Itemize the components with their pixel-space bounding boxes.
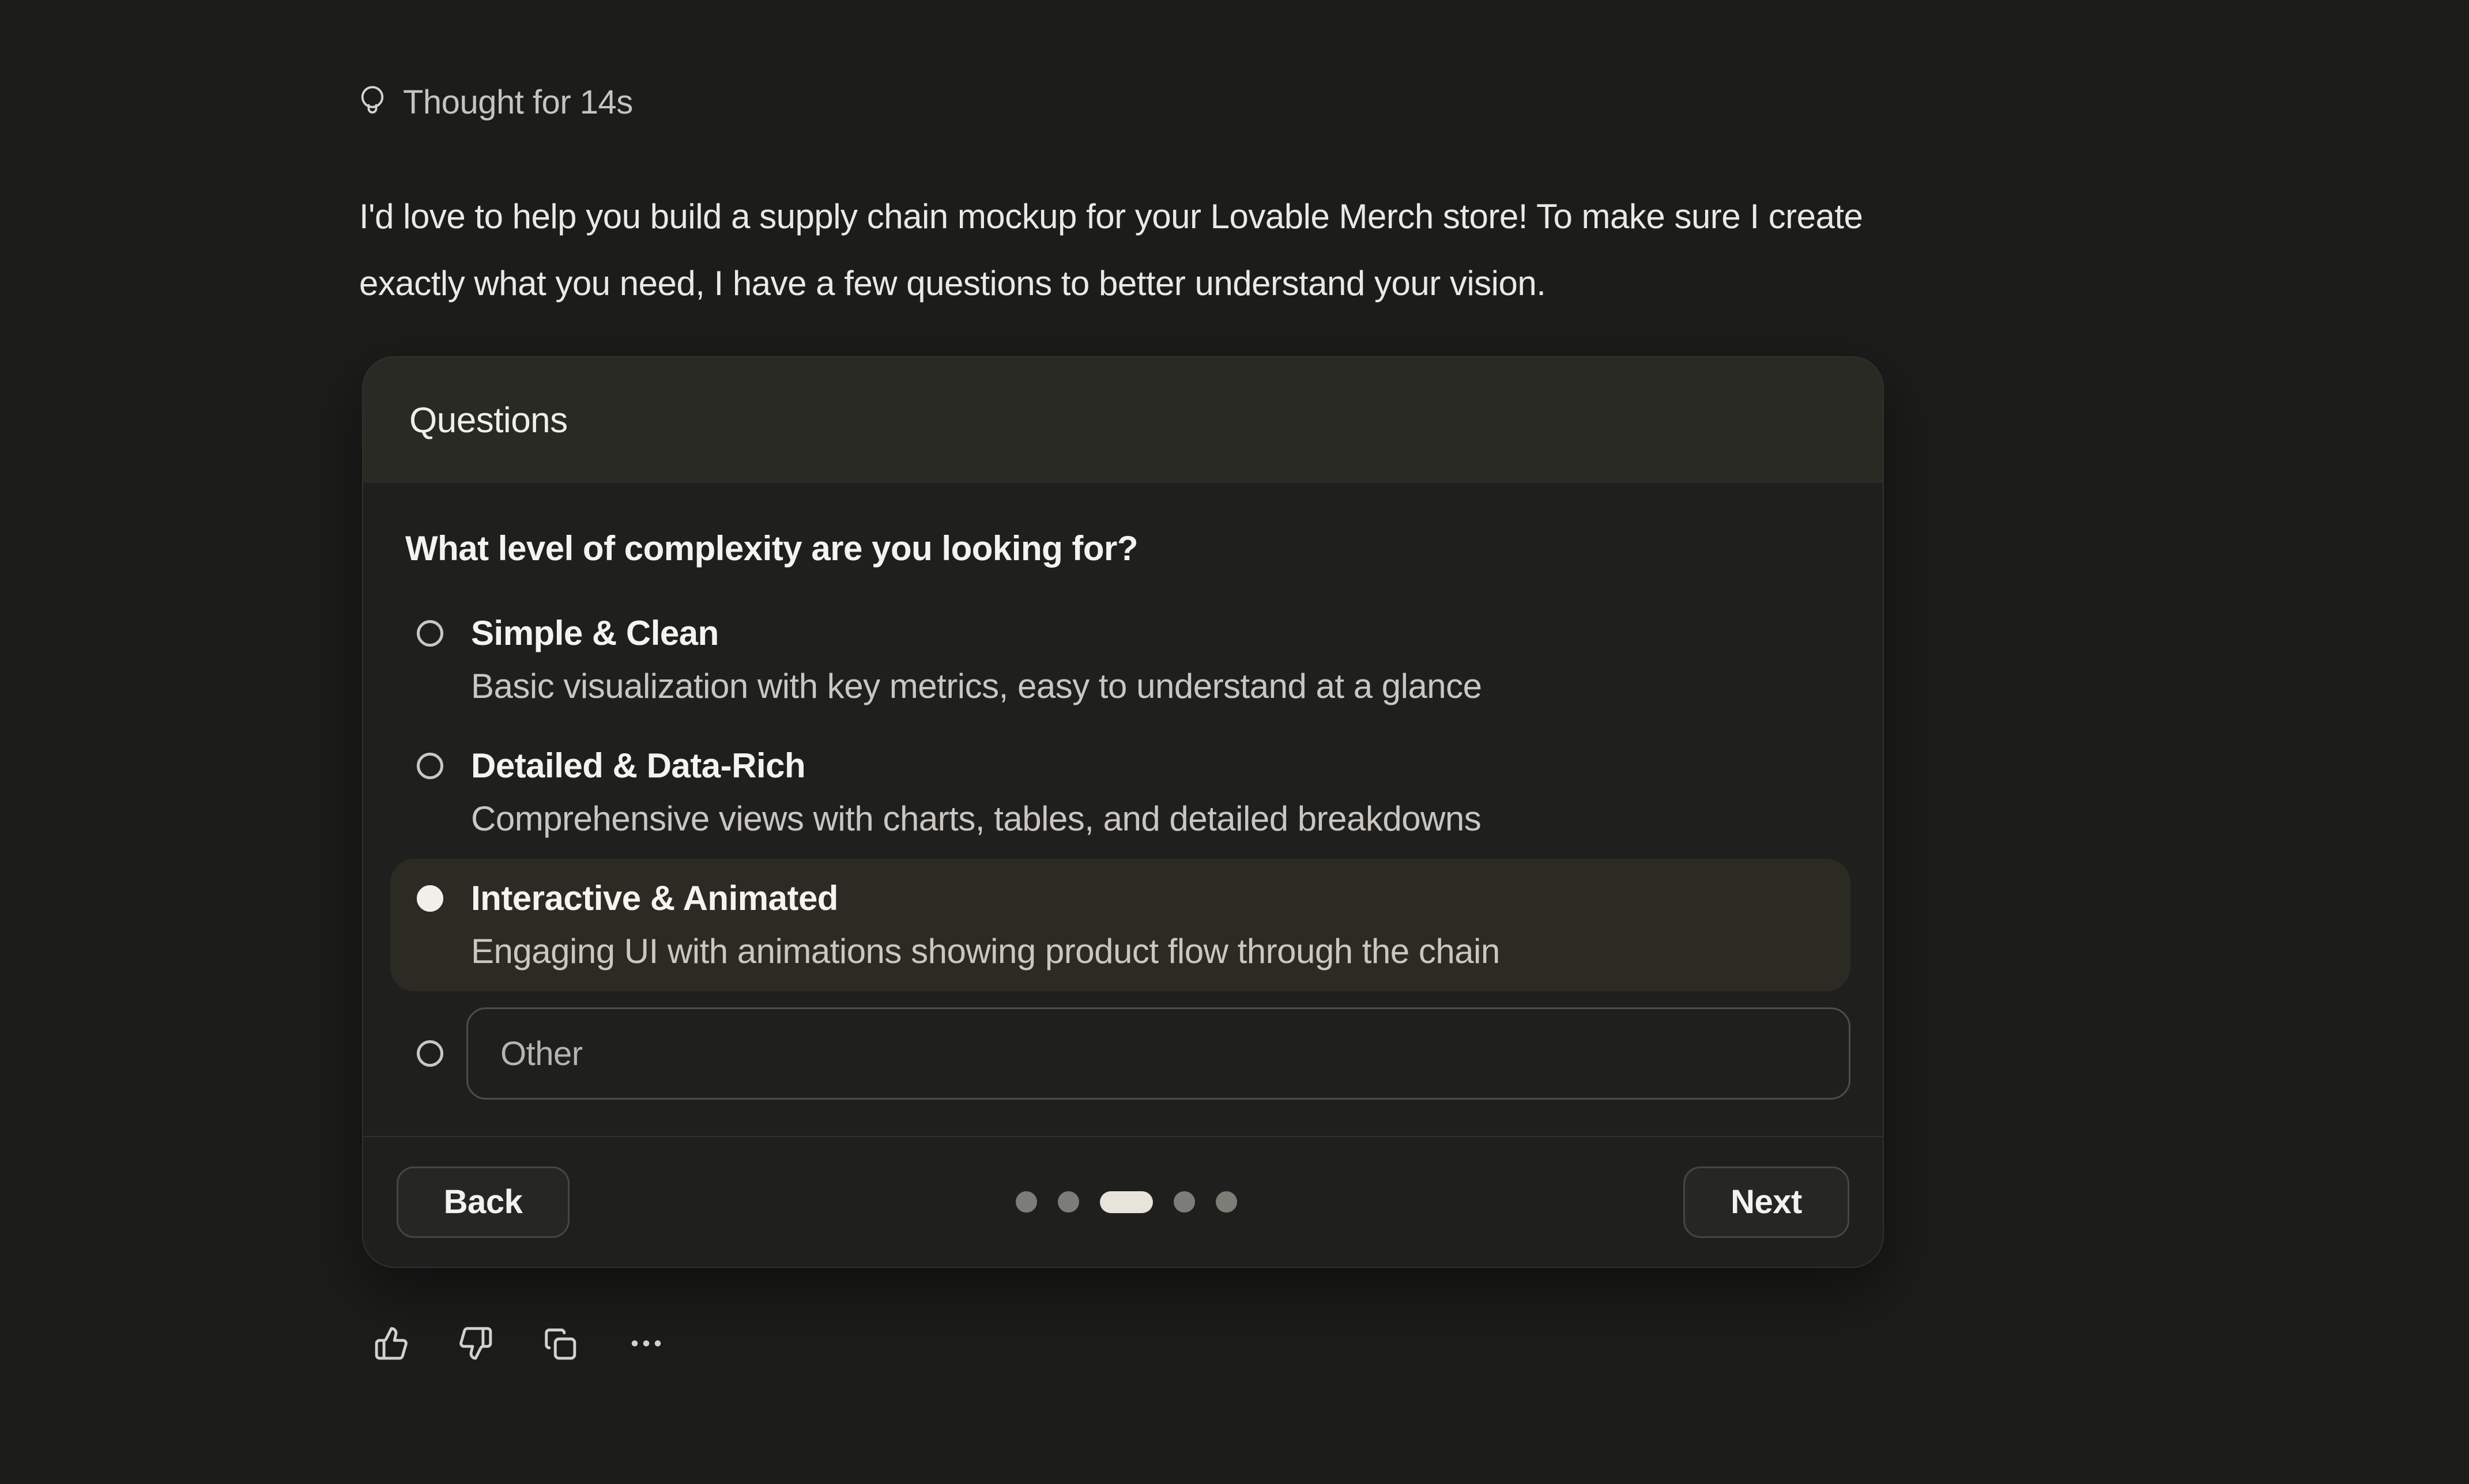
option-title: Simple & Clean: [471, 613, 1482, 654]
radio-unselected-icon[interactable]: [417, 1040, 443, 1067]
option-description: Engaging UI with animations showing prod…: [471, 931, 1500, 972]
lightbulb-icon: [359, 85, 386, 120]
assistant-message: I'd love to help you build a supply chai…: [359, 183, 1863, 317]
option-description: Comprehensive views with charts, tables,…: [471, 798, 1481, 840]
card-body: What level of complexity are you looking…: [363, 483, 1883, 1136]
option-other[interactable]: [390, 1007, 1850, 1100]
other-option-input[interactable]: [466, 1007, 1850, 1100]
option-interactive-animated[interactable]: Interactive & Animated Engaging UI with …: [390, 859, 1850, 991]
pagination-dot-active: [1100, 1191, 1153, 1213]
question-text: What level of complexity are you looking…: [405, 528, 1850, 569]
thumbs-up-button[interactable]: [374, 1326, 409, 1363]
card-header: Questions: [363, 357, 1883, 483]
copy-button[interactable]: [542, 1326, 578, 1363]
copy-icon: [542, 1326, 578, 1363]
pagination-dot: [1058, 1191, 1079, 1213]
option-title: Detailed & Data-Rich: [471, 745, 1481, 787]
more-options-icon: [626, 1326, 666, 1363]
message-line: I'd love to help you build a supply chai…: [359, 183, 1863, 250]
pagination-dot: [1216, 1191, 1237, 1213]
radio-unselected-icon[interactable]: [417, 620, 443, 647]
thumbs-up-icon: [374, 1326, 409, 1363]
radio-selected-icon[interactable]: [417, 885, 443, 912]
option-detailed-data-rich[interactable]: Detailed & Data-Rich Comprehensive views…: [390, 726, 1850, 859]
thumbs-down-button[interactable]: [458, 1326, 493, 1363]
more-options-button[interactable]: [626, 1326, 666, 1363]
card-title: Questions: [409, 400, 568, 441]
option-simple-clean[interactable]: Simple & Clean Basic visualization with …: [390, 594, 1850, 726]
pagination-dot: [1016, 1191, 1037, 1213]
option-description: Basic visualization with key metrics, ea…: [471, 666, 1482, 707]
next-button[interactable]: Next: [1683, 1166, 1849, 1238]
message-line: exactly what you need, I have a few ques…: [359, 250, 1863, 317]
chat-message-view: Thought for 14s I'd love to help you bui…: [0, 0, 2469, 1484]
card-footer: Back Next: [363, 1136, 1883, 1267]
message-actions: [374, 1326, 666, 1363]
thought-duration-label: Thought for 14s: [403, 81, 633, 124]
pagination-dot: [1174, 1191, 1195, 1213]
back-button[interactable]: Back: [397, 1166, 570, 1238]
thumbs-down-icon: [458, 1326, 493, 1363]
questions-card: Questions What level of complexity are y…: [362, 356, 1884, 1268]
option-title: Interactive & Animated: [471, 878, 1500, 919]
radio-unselected-icon[interactable]: [417, 753, 443, 779]
pagination-dots: [1016, 1191, 1237, 1213]
thought-summary[interactable]: Thought for 14s: [359, 81, 633, 124]
